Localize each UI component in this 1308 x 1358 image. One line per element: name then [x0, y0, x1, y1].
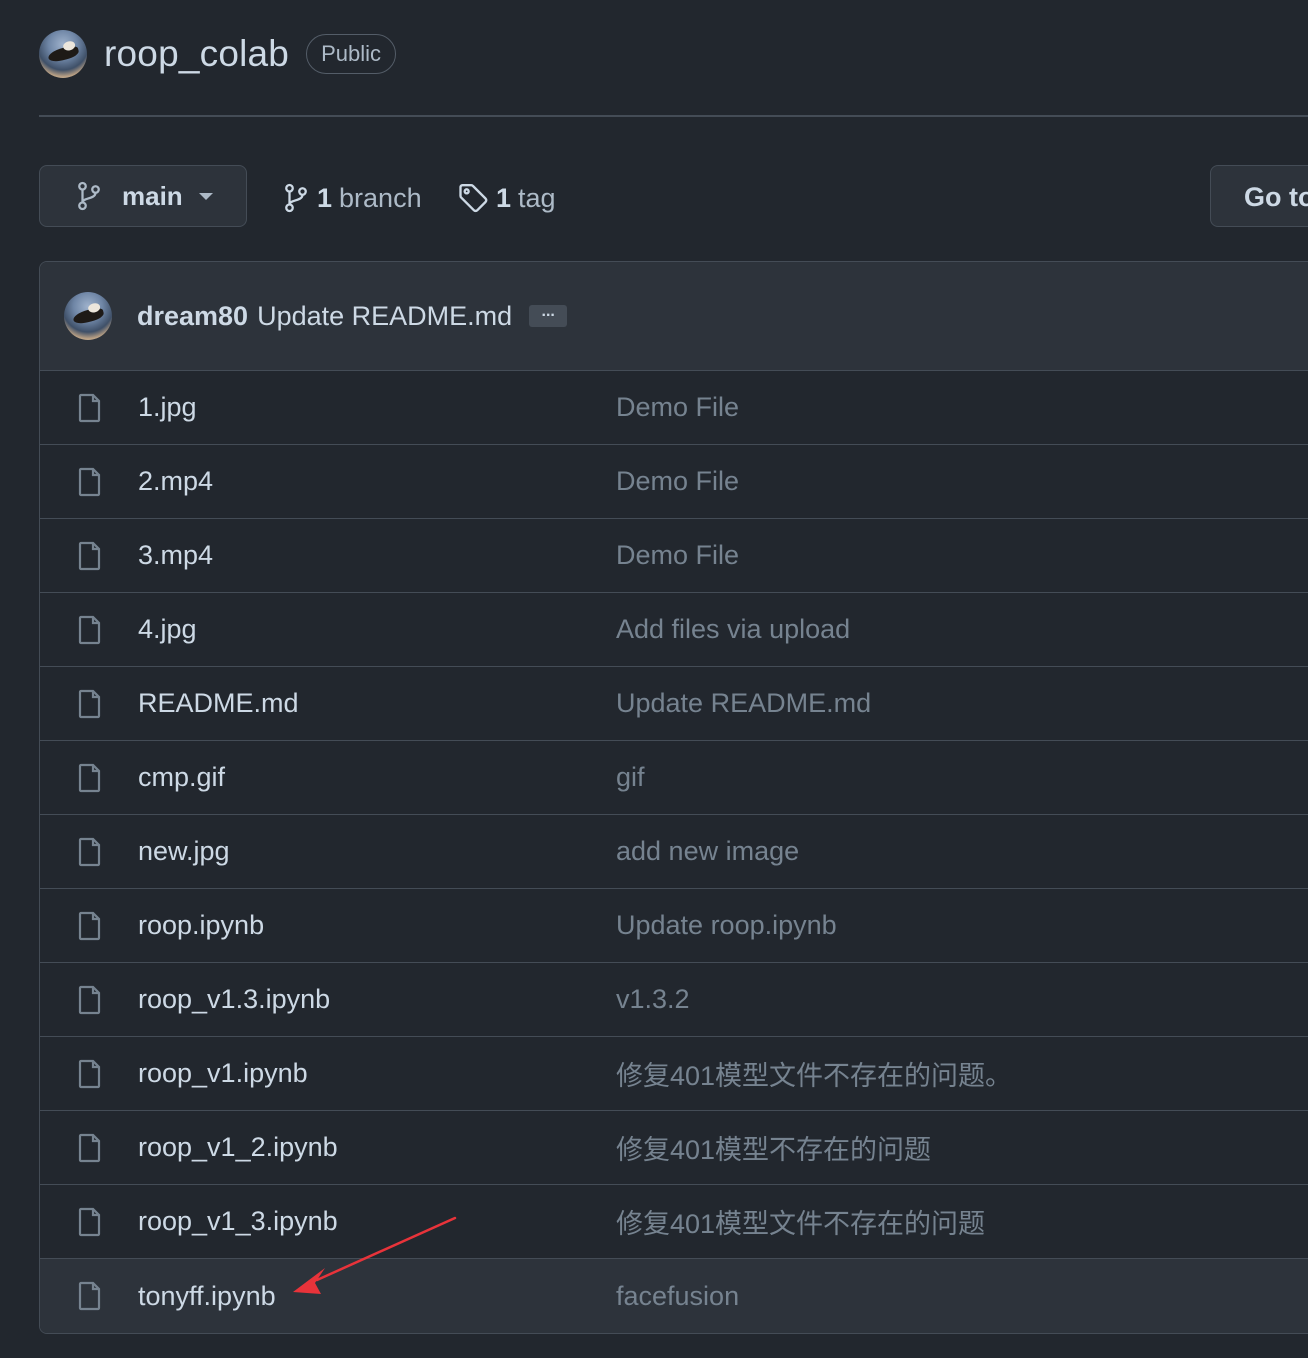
file-icon	[74, 836, 106, 868]
file-icon	[74, 540, 106, 572]
commit-author-link[interactable]: dream80	[137, 301, 248, 332]
file-row[interactable]: roop_v1_3.ipynb 修复401模型文件不存在的问题	[40, 1185, 1308, 1259]
tag-icon	[459, 184, 488, 213]
file-name-link[interactable]: roop_v1.ipynb	[138, 1058, 616, 1089]
file-row[interactable]: 2.mp4 Demo File	[40, 445, 1308, 519]
file-row[interactable]: roop.ipynb Update roop.ipynb	[40, 889, 1308, 963]
branch-select-label: main	[122, 180, 183, 211]
file-row[interactable]: roop_v1.3.ipynb v1.3.2	[40, 963, 1308, 1037]
git-branch-icon	[285, 183, 307, 213]
latest-commit-bar: dream80 Update README.md ...	[40, 262, 1308, 371]
file-commit-message-link[interactable]: 修复401模型文件不存在的问题。	[616, 1054, 1012, 1093]
file-commit-message-link[interactable]: Update roop.ipynb	[616, 910, 837, 941]
commit-message-link[interactable]: Update README.md	[257, 301, 512, 332]
file-row[interactable]: tonyff.ipynb facefusion	[40, 1259, 1308, 1333]
commit-author-avatar[interactable]	[64, 292, 112, 340]
file-commit-message-link[interactable]: 修复401模型不存在的问题	[616, 1128, 931, 1167]
file-commit-message-link[interactable]: Demo File	[616, 540, 739, 571]
file-row[interactable]: roop_v1.ipynb 修复401模型文件不存在的问题。	[40, 1037, 1308, 1111]
branch-select-button[interactable]: main	[39, 165, 247, 227]
file-name-link[interactable]: new.jpg	[138, 836, 616, 867]
file-commit-message-link[interactable]: Demo File	[616, 392, 739, 423]
file-name-link[interactable]: 2.mp4	[138, 466, 616, 497]
file-icon	[74, 910, 106, 942]
commit-expand-button[interactable]: ...	[529, 304, 568, 327]
file-commit-message-link[interactable]: 修复401模型文件不存在的问题	[616, 1202, 985, 1241]
file-row[interactable]: 1.jpg Demo File	[40, 371, 1308, 445]
file-row[interactable]: 4.jpg Add files via upload	[40, 593, 1308, 667]
file-row[interactable]: cmp.gif gif	[40, 741, 1308, 815]
file-commit-message-link[interactable]: gif	[616, 762, 645, 793]
branches-link[interactable]: 1 branch	[283, 178, 422, 218]
file-icon	[74, 762, 106, 794]
file-icon	[74, 984, 106, 1016]
file-icon	[74, 392, 106, 424]
file-name-link[interactable]: roop.ipynb	[138, 910, 616, 941]
file-commit-message-link[interactable]: add new image	[616, 836, 799, 867]
file-name-link[interactable]: 4.jpg	[138, 614, 616, 645]
file-commit-message-link[interactable]: facefusion	[616, 1281, 739, 1312]
tags-link[interactable]: 1 tag	[458, 178, 556, 218]
go-to-file-button[interactable]: Go to	[1210, 165, 1308, 227]
file-commit-message-link[interactable]: Update README.md	[616, 688, 871, 719]
tags-count: 1	[496, 182, 512, 213]
tags-label: tag	[518, 182, 556, 213]
file-name-link[interactable]: cmp.gif	[138, 762, 616, 793]
git-branch-icon	[78, 181, 100, 211]
branches-count: 1	[317, 182, 333, 213]
file-row[interactable]: README.md Update README.md	[40, 667, 1308, 741]
visibility-badge: Public	[306, 34, 397, 74]
repo-name-link[interactable]: roop_colab	[104, 33, 289, 75]
file-icon	[74, 1206, 106, 1238]
annotation-arrow	[293, 1216, 457, 1294]
file-commit-message-link[interactable]: Demo File	[616, 466, 739, 497]
file-name-link[interactable]: roop_v1_2.ipynb	[138, 1132, 616, 1163]
file-name-link[interactable]: roop_v1.3.ipynb	[138, 984, 616, 1015]
branches-label: branch	[339, 182, 422, 213]
file-commit-message-link[interactable]: v1.3.2	[616, 984, 690, 1015]
file-list: dream80 Update README.md ... 1.jpg Demo F…	[39, 261, 1308, 1334]
triangle-down-icon	[198, 192, 213, 200]
file-icon	[74, 614, 106, 646]
file-name-link[interactable]: 3.mp4	[138, 540, 616, 571]
file-name-link[interactable]: 1.jpg	[138, 392, 616, 423]
file-icon	[74, 1280, 106, 1312]
repo-header: roop_colab Public	[39, 28, 397, 80]
file-icon	[74, 688, 106, 720]
owner-avatar[interactable]	[39, 30, 87, 78]
file-name-link[interactable]: README.md	[138, 688, 616, 719]
file-icon	[74, 1058, 106, 1090]
file-row[interactable]: new.jpg add new image	[40, 815, 1308, 889]
file-icon	[74, 1132, 106, 1164]
header-divider	[39, 115, 1308, 117]
file-commit-message-link[interactable]: Add files via upload	[616, 614, 850, 645]
file-icon	[74, 466, 106, 498]
file-row[interactable]: 3.mp4 Demo File	[40, 519, 1308, 593]
file-row[interactable]: roop_v1_2.ipynb 修复401模型不存在的问题	[40, 1111, 1308, 1185]
